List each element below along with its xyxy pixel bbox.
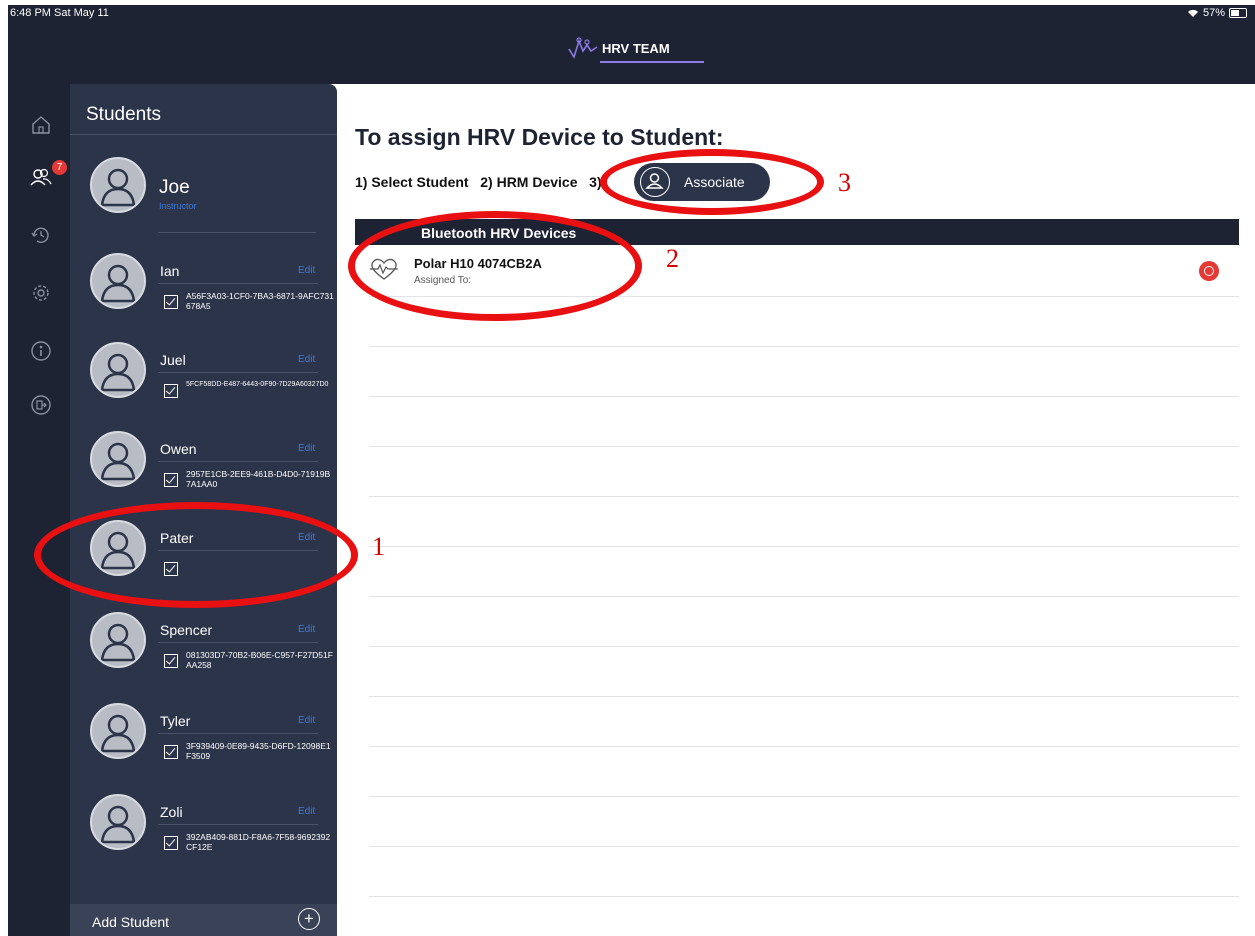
- add-student-bar[interactable]: Add Student +: [70, 904, 337, 936]
- student-avatar: [90, 253, 146, 309]
- annotation-number-2: 2: [666, 244, 679, 273]
- list-separator: [369, 596, 1239, 597]
- student-divider: [158, 824, 318, 825]
- edit-student-button[interactable]: Edit: [298, 806, 315, 817]
- student-row-ian[interactable]: Ian Edit A56F3A03-1CF0-7BA3-6871-9AFC731…: [70, 253, 337, 343]
- list-separator: [369, 546, 1239, 547]
- edit-student-button[interactable]: Edit: [298, 354, 315, 365]
- student-device-id: 392AB409-881D-F8A6-7F58-9692392CF12E: [186, 832, 331, 852]
- edit-student-button[interactable]: Edit: [298, 443, 315, 454]
- unlink-icon[interactable]: [1199, 261, 1219, 281]
- student-divider: [158, 461, 318, 462]
- students-badge: 7: [52, 160, 67, 175]
- list-separator: [369, 746, 1239, 747]
- panel-divider: [70, 134, 337, 135]
- instruction-steps: 1) Select Student 2) HRM Device 3): [355, 174, 602, 190]
- student-avatar: [90, 342, 146, 398]
- settings-icon[interactable]: [30, 282, 52, 304]
- list-separator: [369, 796, 1239, 797]
- status-time-date: 6:48 PM Sat May 11: [10, 7, 109, 19]
- student-name: Zoli: [160, 804, 183, 820]
- page-title: To assign HRV Device to Student:: [355, 124, 724, 150]
- edit-student-button[interactable]: Edit: [298, 715, 315, 726]
- student-avatar: [90, 703, 146, 759]
- student-row-juel[interactable]: Juel Edit 5FCF58DD-E487-6443-0F90-7D29A6…: [70, 342, 337, 432]
- annotation-number-3: 3: [838, 168, 851, 197]
- student-avatar: [90, 794, 146, 850]
- status-time: 6:48 PM: [10, 7, 51, 19]
- student-divider: [158, 283, 318, 284]
- student-row-spencer[interactable]: Spencer Edit 081303D7-70B2-B06E-C957-F27…: [70, 612, 337, 702]
- student-checkbox[interactable]: [164, 473, 178, 487]
- student-checkbox[interactable]: [164, 745, 178, 759]
- student-device-id: 5FCF58DD-E487-6443-0F90-7D29A60327D0: [186, 381, 329, 388]
- top-bar: 6:48 PM Sat May 11 57% HRV TEAM: [8, 5, 1255, 84]
- student-checkbox[interactable]: [164, 836, 178, 850]
- student-checkbox[interactable]: [164, 384, 178, 398]
- instructor-name: Joe: [159, 177, 190, 198]
- student-device-id: 2957E1CB-2EE9-461B-D4D0-71919B7A1AA0: [186, 469, 331, 489]
- annotation-ellipse-3: [600, 149, 824, 215]
- student-checkbox[interactable]: [164, 295, 178, 309]
- logo-underline: [600, 61, 704, 63]
- student-device-id: 081303D7-70B2-B06E-C957-F27D51FAA258: [186, 650, 333, 670]
- instructor-divider: [158, 232, 316, 233]
- app-screen: 6:48 PM Sat May 11 57% HRV TEAM 7 Studen…: [0, 0, 1255, 936]
- annotation-ellipse-1: [34, 502, 358, 608]
- student-name: Ian: [160, 263, 180, 279]
- student-name: Owen: [160, 441, 197, 457]
- nav-rail: 7: [8, 84, 70, 936]
- info-icon[interactable]: [30, 340, 52, 362]
- student-divider: [158, 642, 318, 643]
- edit-student-button[interactable]: Edit: [298, 265, 315, 276]
- student-device-id: 3F939409-0E89-9435-D6FD-12098E1F3509: [186, 741, 331, 761]
- student-name: Spencer: [160, 622, 213, 638]
- student-row-zoli[interactable]: Zoli Edit 392AB409-881D-F8A6-7F58-969239…: [70, 794, 337, 884]
- student-name: Tyler: [160, 713, 191, 729]
- battery-icon: [1229, 8, 1247, 18]
- students-icon[interactable]: [30, 166, 52, 188]
- list-separator: [369, 896, 1239, 897]
- history-icon[interactable]: [30, 224, 52, 246]
- list-separator: [369, 446, 1239, 447]
- annotation-ellipse-2: [348, 211, 642, 321]
- status-date: Sat May 11: [54, 7, 109, 19]
- student-divider: [158, 372, 318, 373]
- edit-student-button[interactable]: Edit: [298, 624, 315, 635]
- student-name: Juel: [160, 352, 186, 368]
- student-device-id: A56F3A03-1CF0-7BA3-6871-9AFC731678A5: [186, 291, 334, 311]
- status-indicators: 57%: [1187, 7, 1247, 19]
- instructor-role: Instructor: [159, 201, 197, 211]
- logo-text: HRV TEAM: [602, 40, 670, 56]
- battery-percent: 57%: [1202, 7, 1225, 19]
- add-student-label: Add Student: [92, 914, 170, 930]
- list-separator: [369, 346, 1239, 347]
- list-separator: [369, 496, 1239, 497]
- logout-icon[interactable]: [30, 394, 52, 416]
- list-separator: [369, 396, 1239, 397]
- app-logo: HRV TEAM: [568, 37, 670, 59]
- list-separator: [369, 646, 1239, 647]
- student-checkbox[interactable]: [164, 654, 178, 668]
- student-avatar: [90, 612, 146, 668]
- students-panel-title: Students: [86, 104, 161, 125]
- instructor-avatar: [90, 157, 146, 213]
- home-icon[interactable]: [30, 114, 52, 136]
- logo-icon: [568, 37, 598, 59]
- student-divider: [158, 733, 318, 734]
- student-avatar: [90, 431, 146, 487]
- add-student-icon[interactable]: +: [298, 908, 320, 930]
- list-separator: [369, 696, 1239, 697]
- list-separator: [369, 846, 1239, 847]
- wifi-icon: [1187, 9, 1198, 17]
- student-row-tyler[interactable]: Tyler Edit 3F939409-0E89-9435-D6FD-12098…: [70, 703, 337, 793]
- annotation-number-1: 1: [372, 532, 385, 561]
